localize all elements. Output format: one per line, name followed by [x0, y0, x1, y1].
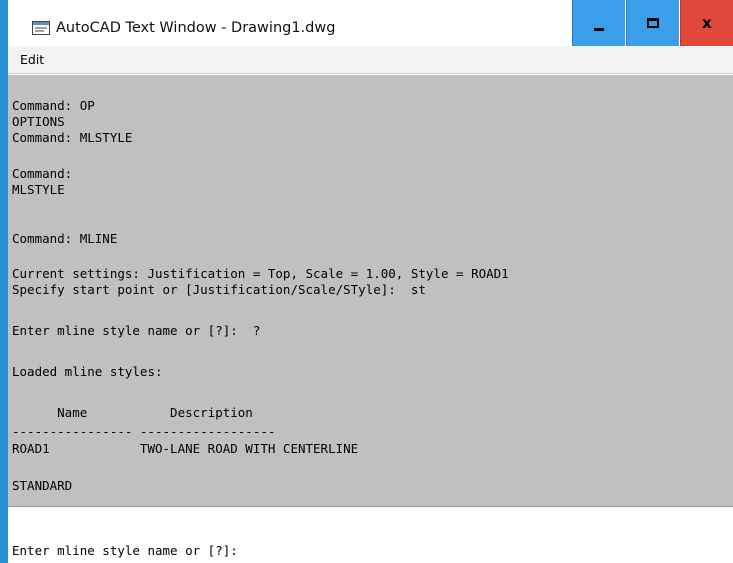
table-row: ROAD1 TWO-LANE ROAD WITH CENTERLINE	[12, 441, 359, 456]
table-row: STANDARD	[12, 478, 73, 493]
minimize-button[interactable]	[572, 0, 625, 46]
history-line: Command: MLSTYLE	[12, 130, 133, 145]
table-divider: ---------------- ------------------	[12, 424, 276, 439]
minimize-icon	[594, 27, 604, 31]
history-line: Command:	[12, 166, 73, 181]
command-history[interactable]: Command: OP OPTIONS Command: MLSTYLE Com…	[8, 75, 733, 506]
history-line: OPTIONS	[12, 114, 65, 129]
history-line: Loaded mline styles:	[12, 364, 163, 379]
menu-item-edit[interactable]: Edit	[20, 52, 44, 67]
history-line: Command: MLINE	[12, 231, 118, 246]
title-bar[interactable]: AutoCAD Text Window - Drawing1.dwg x	[8, 0, 733, 46]
history-line: MLSTYLE	[12, 182, 65, 197]
text-window: AutoCAD Text Window - Drawing1.dwg x Edi…	[0, 0, 733, 563]
command-prompt: Enter mline style name or [?]:	[12, 543, 238, 558]
window-app-icon	[32, 20, 50, 35]
menu-bar: Edit	[8, 46, 733, 74]
close-icon: x	[702, 14, 712, 32]
table-header: Name Description	[12, 405, 253, 420]
maximize-button[interactable]	[626, 0, 679, 46]
history-line: Specify start point or [Justification/Sc…	[12, 282, 426, 297]
command-input-line[interactable]: Enter mline style name or [?]:	[8, 506, 733, 563]
close-button[interactable]: x	[680, 0, 733, 46]
maximize-icon	[647, 18, 659, 28]
history-line: Current settings: Justification = Top, S…	[12, 266, 509, 281]
history-line: Enter mline style name or [?]: ?	[12, 323, 261, 338]
history-line: Command: OP	[12, 98, 95, 113]
window-title: AutoCAD Text Window - Drawing1.dwg	[56, 20, 336, 36]
